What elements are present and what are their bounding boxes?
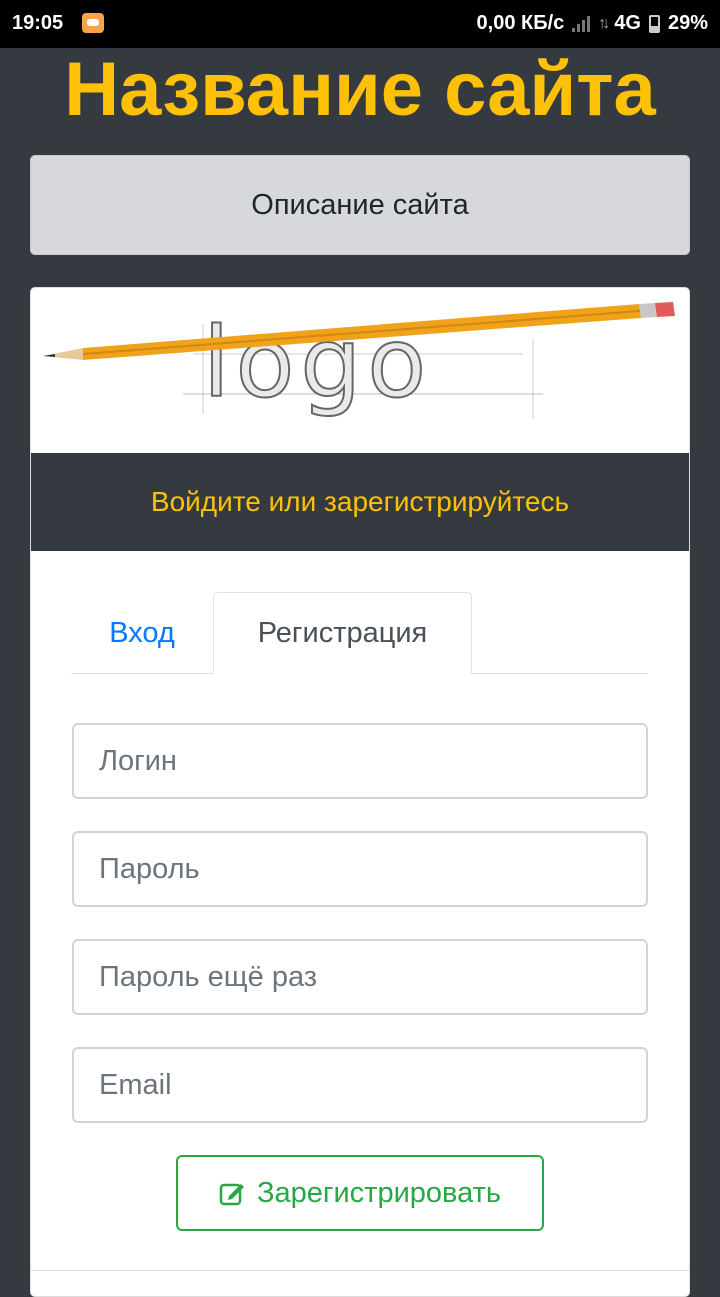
auth-banner: Войдите или зарегистрируйтесь [31, 453, 689, 551]
battery-icon [648, 14, 660, 33]
tab-login-label: Вход [109, 616, 175, 649]
site-description-text: Описание сайта [251, 188, 469, 221]
edit-icon [219, 1183, 244, 1206]
signal-icon [572, 15, 591, 32]
auth-banner-text: Войдите или зарегистрируйтесь [150, 486, 570, 517]
email-input[interactable] [72, 1047, 648, 1123]
register-button-label: Зарегистрировать [256, 1176, 501, 1209]
network-type: 4G [614, 12, 641, 34]
logo-image: logo [43, 302, 675, 420]
status-bar: 19:05 0,00 КБ/с ↑↓ 4G 29% [0, 0, 720, 48]
auth-card: logo Войдите или зарегистрируйтесь Вход … [30, 287, 690, 1297]
battery-level: 29% [667, 12, 708, 34]
register-button[interactable]: Зарегистрировать [176, 1155, 544, 1231]
net-speed: 0,00 КБ/с [476, 12, 565, 34]
site-title: Название сайта [64, 47, 656, 132]
card-footer-divider [31, 1270, 689, 1271]
tab-login[interactable]: Вход [71, 592, 213, 674]
site-description: Описание сайта [30, 155, 690, 255]
data-transfer-icon: ↑↓ [598, 14, 610, 32]
status-indicators: 0,00 КБ/с ↑↓ 4G 29% [477, 12, 708, 35]
tab-registration-label: Регистрация [257, 616, 428, 649]
tab-registration[interactable]: Регистрация [213, 592, 472, 674]
login-input[interactable] [72, 723, 648, 799]
status-time: 19:05 [12, 12, 64, 34]
password-input[interactable] [72, 831, 648, 907]
password-repeat-input[interactable] [72, 939, 648, 1015]
message-notification-icon [82, 13, 104, 33]
